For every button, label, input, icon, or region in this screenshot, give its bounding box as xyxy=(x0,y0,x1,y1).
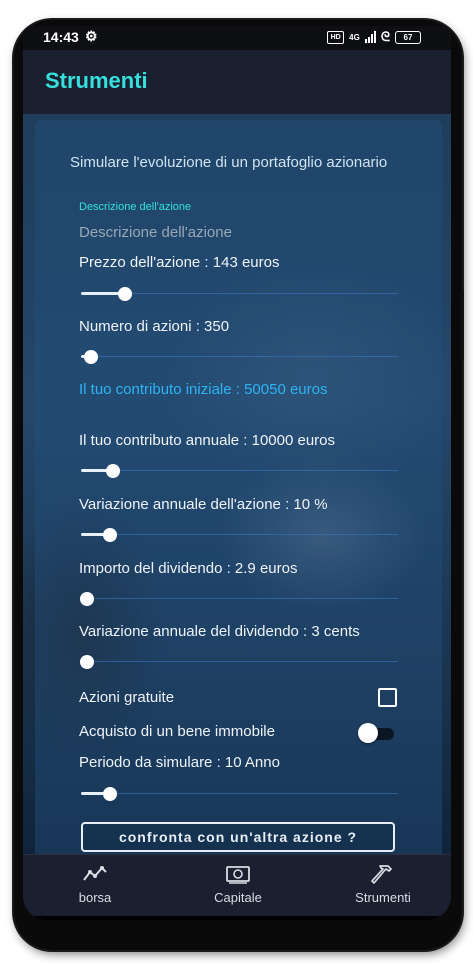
annual-change-label: Variazione annuale dell'azione : 10 % xyxy=(79,496,328,513)
status-time: 14:43 xyxy=(43,29,79,45)
dividend-change-slider[interactable] xyxy=(80,654,398,670)
shares-slider[interactable] xyxy=(81,349,398,365)
annual-change-slider[interactable] xyxy=(81,527,398,543)
slider-track xyxy=(81,661,398,662)
signal-icon xyxy=(364,31,376,43)
hammer-icon xyxy=(343,863,423,887)
period-label: Periodo da simulare : 10 Anno xyxy=(79,754,280,771)
slider-thumb[interactable] xyxy=(80,655,95,669)
slider-thumb[interactable] xyxy=(118,287,133,301)
system-navigation-bar xyxy=(23,916,451,920)
nav-label: borsa xyxy=(78,890,112,905)
bottom-navigation: borsa Capitale Strumenti xyxy=(23,854,451,917)
slider-track xyxy=(81,470,398,471)
dividend-change-label: Variazione annuale del dividendo : 3 cen… xyxy=(79,623,360,640)
nav-label: Strumenti xyxy=(355,890,411,905)
network-type: 4G xyxy=(349,32,360,42)
battery-level: 67 xyxy=(403,32,413,42)
real-estate-label: Acquisto di un bene immobile xyxy=(79,723,275,740)
volte-icon: HD xyxy=(327,30,345,44)
dividend-label: Importo del dividendo : 2.9 euros xyxy=(79,560,298,577)
slider-thumb[interactable] xyxy=(83,350,98,364)
price-slider[interactable] xyxy=(81,286,398,302)
real-estate-toggle[interactable] xyxy=(358,723,396,743)
slider-track xyxy=(81,793,398,794)
slider-thumb[interactable] xyxy=(102,528,117,542)
dividend-slider[interactable] xyxy=(80,591,398,607)
banknote-icon xyxy=(203,863,273,887)
battery-icon: 67 xyxy=(395,30,421,44)
status-icons: HD 4G ᘓ 67 xyxy=(327,29,421,45)
nav-item-capitale[interactable]: Capitale xyxy=(203,863,273,905)
gear-icon: ⚙ xyxy=(85,28,98,44)
description-input[interactable]: Descrizione dell'azione xyxy=(79,224,232,241)
slider-thumb[interactable] xyxy=(105,464,120,478)
trending-line-icon xyxy=(65,863,125,887)
form-title: Simulare l'evoluzione di un portafoglio … xyxy=(70,154,388,171)
slider-track xyxy=(81,534,398,535)
slider-thumb[interactable] xyxy=(80,592,95,606)
phone-side-button xyxy=(461,290,464,360)
nav-item-strumenti[interactable]: Strumenti xyxy=(343,863,423,905)
app-bar: Strumenti xyxy=(23,50,451,114)
status-bar: 14:43 ⚙ HD 4G ᘓ 67 xyxy=(23,26,451,50)
nav-label: Capitale xyxy=(214,890,262,905)
annual-contribution-slider[interactable] xyxy=(81,463,398,479)
slider-thumb[interactable] xyxy=(102,787,117,801)
nav-item-borsa[interactable]: borsa xyxy=(65,863,125,905)
free-shares-checkbox[interactable] xyxy=(378,688,397,707)
free-shares-label: Azioni gratuite xyxy=(79,689,175,706)
slider-track xyxy=(81,598,398,599)
description-field-label: Descrizione dell'azione xyxy=(79,201,192,213)
hotspot-icon: ᘓ xyxy=(380,29,390,44)
page-title: Strumenti xyxy=(45,68,148,93)
annual-contribution-label: Il tuo contributo annuale : 10000 euros xyxy=(79,432,336,449)
toggle-knob[interactable] xyxy=(358,723,378,743)
slider-track xyxy=(81,356,398,357)
price-label: Prezzo dell'azione : 143 euros xyxy=(79,254,280,271)
initial-contribution-text: Il tuo contributo iniziale : 50050 euros xyxy=(79,381,328,398)
compare-button[interactable]: confronta con un'altra azione ? xyxy=(81,822,395,852)
shares-label: Numero di azioni : 350 xyxy=(79,318,230,335)
period-slider[interactable] xyxy=(81,786,398,802)
screen: 14:43 ⚙ HD 4G ᘓ 67 Strumenti Simulare l'… xyxy=(23,26,451,920)
